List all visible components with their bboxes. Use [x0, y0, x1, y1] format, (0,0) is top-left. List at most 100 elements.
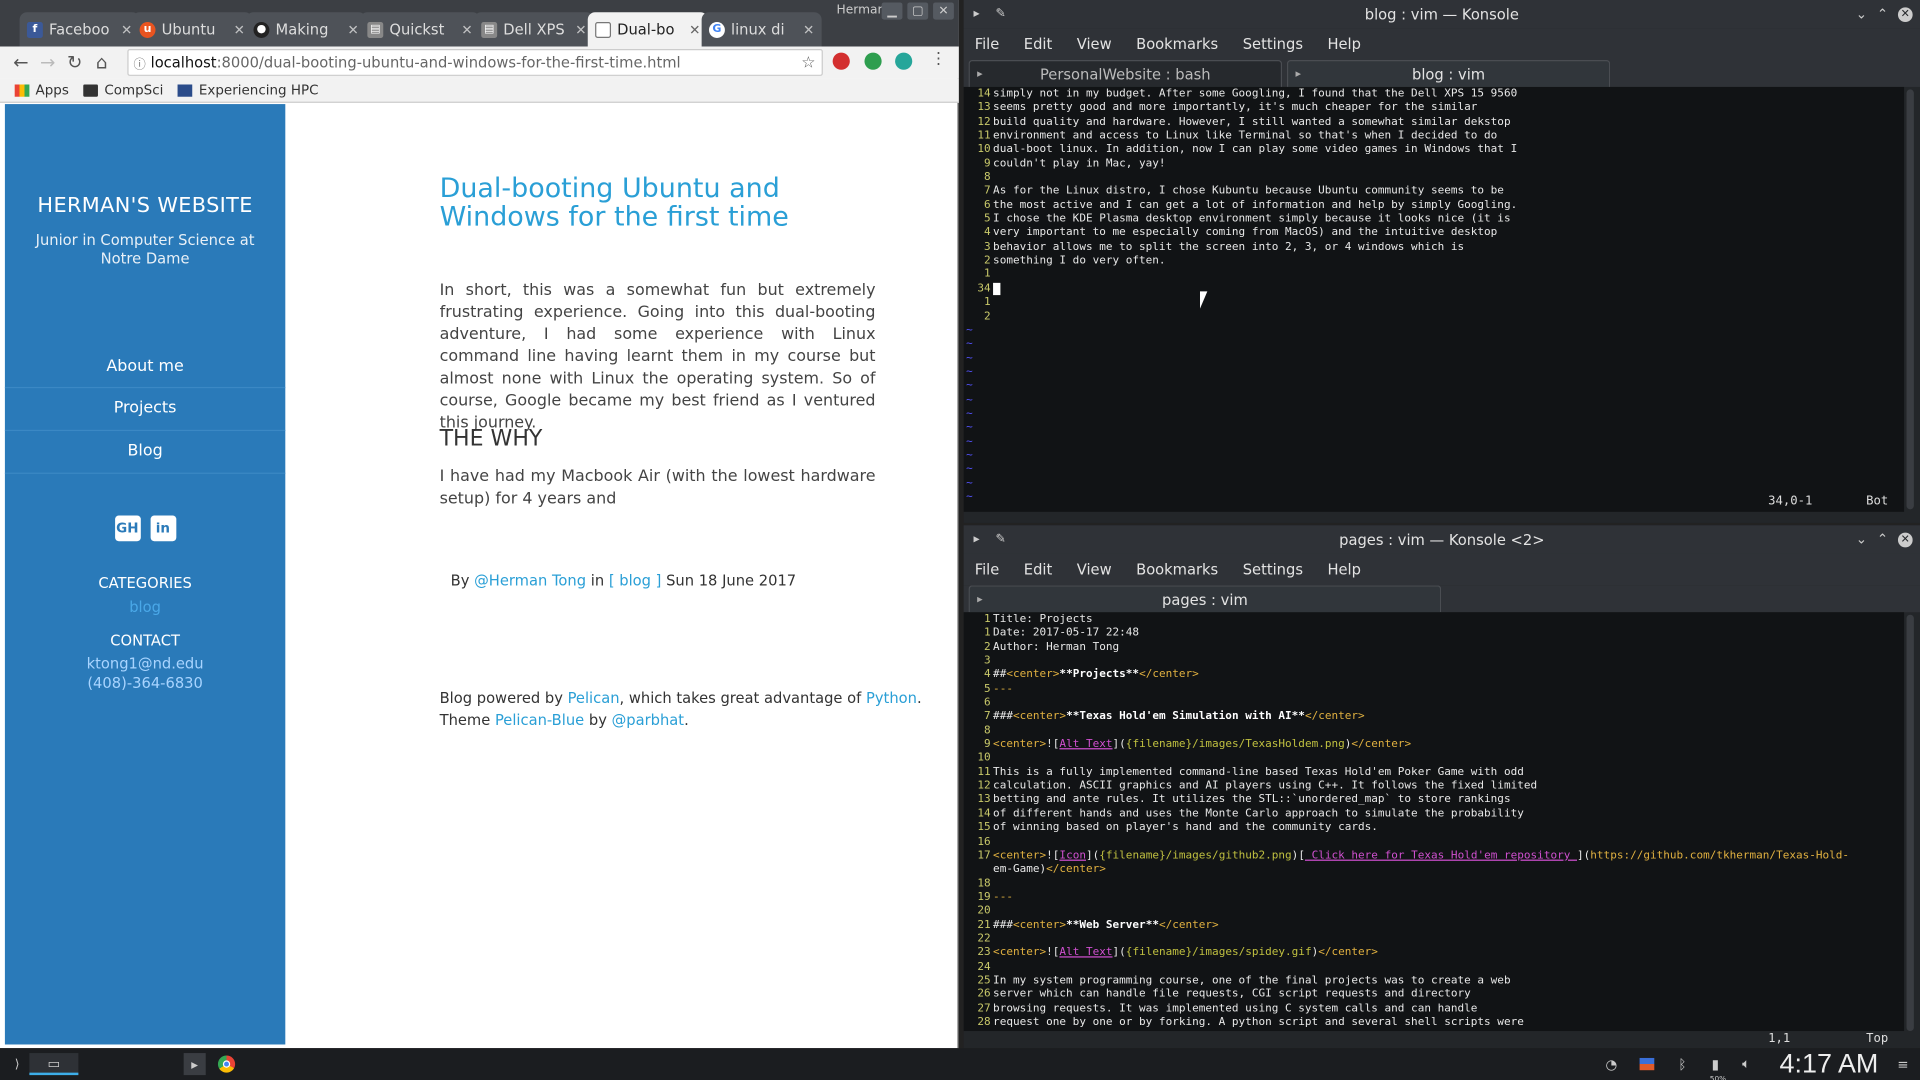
extension-icon[interactable]: [832, 52, 850, 70]
vim-buffer[interactable]: 14 simply not in my budget. After some Go…: [963, 86, 1905, 512]
minimize-icon[interactable]: ▁: [881, 2, 903, 20]
reload-icon[interactable]: ↻: [61, 51, 88, 73]
browser-tab-dualboot[interactable]: Dual-bo ✕: [587, 12, 708, 47]
bluetooth-icon[interactable]: ᛒ: [1673, 1053, 1693, 1075]
menu-settings[interactable]: Settings: [1243, 561, 1303, 578]
line-number: 3: [983, 240, 991, 254]
extension-icon[interactable]: [864, 52, 882, 70]
clock[interactable]: 4:17 AM: [1780, 1048, 1879, 1080]
browser-tab-ubuntu[interactable]: u Ubuntu ✕: [132, 12, 253, 47]
menu-icon[interactable]: ≡: [1893, 1053, 1913, 1075]
chevron-down-icon[interactable]: ⌄: [1856, 6, 1867, 22]
close-tab-icon[interactable]: ✕: [803, 21, 814, 37]
konsole-icon[interactable]: ▸: [973, 533, 979, 546]
line-text: em-Game)</center>: [993, 863, 1106, 876]
post-title[interactable]: Dual-booting Ubuntu and Windows for the …: [440, 175, 876, 231]
home-icon[interactable]: ⌂: [88, 51, 115, 73]
chevron-down-icon[interactable]: ⌄: [1856, 531, 1867, 547]
line-text: dual-boot linux. In addition, now I can …: [993, 143, 1518, 156]
browser-tab-facebook[interactable]: f Faceboo ✕: [19, 12, 140, 47]
vim-buffer[interactable]: 1 Title: Projects 1 Date: 2017-05-17 22:48 2…: [963, 612, 1905, 1032]
menu-file[interactable]: File: [975, 561, 1000, 578]
back-icon[interactable]: ←: [7, 51, 34, 73]
pager-icon[interactable]: ▭: [29, 1053, 79, 1076]
chrome-task-icon[interactable]: [216, 1053, 238, 1075]
tab-blog-vim[interactable]: ▸ blog : vim: [1286, 60, 1611, 87]
empty-line-marker: ~: [966, 449, 973, 462]
profile-name[interactable]: Herman: [837, 4, 886, 17]
pelican-link[interactable]: Pelican: [568, 689, 620, 706]
maximize-icon[interactable]: ▢: [907, 2, 929, 20]
line-number: 1: [983, 627, 991, 640]
pin-icon[interactable]: ✎: [996, 7, 1006, 20]
wifi-icon[interactable]: ◔: [1602, 1053, 1622, 1075]
empty-line-marker: ~: [966, 477, 973, 490]
close-tab-icon[interactable]: ✕: [347, 21, 358, 37]
bookmark-apps[interactable]: Apps: [14, 82, 69, 98]
python-link[interactable]: Python: [866, 689, 917, 706]
flag-icon[interactable]: [1637, 1053, 1657, 1075]
site-title[interactable]: HERMAN'S WEBSITE: [5, 193, 285, 217]
close-icon[interactable]: ✕: [1897, 6, 1913, 22]
line-number: 6: [983, 199, 991, 212]
close-tab-icon[interactable]: ✕: [461, 21, 472, 37]
address-bar[interactable]: ⓘ localhost:8000/dual-booting-ubuntu-and…: [127, 48, 823, 76]
bookmark-compsci[interactable]: CompSci: [83, 82, 163, 98]
line-number: 14: [977, 807, 991, 821]
menu-view[interactable]: View: [1077, 36, 1112, 53]
extension-icon[interactable]: [895, 52, 913, 70]
menu-bookmarks[interactable]: Bookmarks: [1136, 36, 1218, 53]
info-icon[interactable]: ⓘ: [133, 53, 145, 71]
line-number: 8: [983, 724, 991, 737]
tab-pages-vim[interactable]: ▸ pages : vim: [968, 585, 1442, 613]
category-link[interactable]: [ blog ]: [609, 572, 662, 589]
volume-icon[interactable]: 🔈︎: [1736, 1053, 1756, 1075]
email-link[interactable]: ktong1@nd.edu: [5, 655, 285, 672]
line-text: the most active and I can get a lot of i…: [993, 199, 1518, 212]
menu-settings[interactable]: Settings: [1243, 36, 1303, 53]
browser-tab-quickstart[interactable]: ▤ Quickst ✕: [360, 12, 481, 47]
konsole-icon[interactable]: ▸: [973, 7, 979, 20]
theme-link[interactable]: Pelican-Blue: [495, 711, 584, 728]
category-link[interactable]: blog: [5, 599, 285, 616]
line-number: 34: [977, 283, 991, 296]
close-tab-icon[interactable]: ✕: [689, 21, 700, 37]
linkedin-icon[interactable]: in: [150, 515, 176, 542]
menu-icon[interactable]: ⋮: [931, 50, 947, 68]
browser-tab-google[interactable]: G linux di ✕: [701, 12, 822, 47]
maximize-icon[interactable]: ⌃: [1877, 6, 1888, 22]
menu-help[interactable]: Help: [1327, 36, 1361, 53]
close-tab-icon[interactable]: ✕: [575, 21, 586, 37]
close-tab-icon[interactable]: ✕: [121, 21, 132, 37]
browser-tab-github[interactable]: ● Making ✕: [246, 12, 367, 47]
menu-edit[interactable]: Edit: [1024, 36, 1052, 53]
close-icon[interactable]: ✕: [1897, 532, 1913, 547]
theme-author-link[interactable]: @parbhat: [612, 711, 684, 728]
app-launcher-icon[interactable]: ⟩: [7, 1053, 27, 1075]
buffer-line: em-Game)</center>: [964, 863, 1904, 877]
scrollbar[interactable]: [1906, 89, 1914, 510]
menu-help[interactable]: Help: [1327, 561, 1361, 578]
bookmark-star-icon[interactable]: ☆: [801, 53, 815, 71]
menu-file[interactable]: File: [975, 36, 1000, 53]
browser-tab-dell[interactable]: ▤ Dell XPS ✕: [473, 12, 594, 47]
scrollbar[interactable]: [1906, 614, 1914, 1032]
tab-personalwebsite-bash[interactable]: ▸ PersonalWebsite : bash: [968, 60, 1283, 87]
close-tab-icon[interactable]: ✕: [234, 21, 245, 37]
maximize-icon[interactable]: ⌃: [1877, 531, 1888, 547]
nav-projects[interactable]: Projects: [4, 388, 286, 432]
github-icon[interactable]: GH: [114, 515, 141, 542]
buffer-line: 12 calculation. ASCII graphics and AI pla…: [964, 780, 1904, 794]
bookmark-hpc[interactable]: Experiencing HPC: [178, 82, 319, 98]
nav-about-me[interactable]: About me: [4, 345, 286, 389]
pin-icon[interactable]: ✎: [996, 533, 1006, 546]
nav-blog[interactable]: Blog: [4, 431, 286, 474]
phone-link[interactable]: (408)-364-6830: [5, 675, 285, 692]
menu-bookmarks[interactable]: Bookmarks: [1136, 561, 1218, 578]
konsole-task-icon[interactable]: ▸: [183, 1053, 206, 1076]
forward-icon[interactable]: →: [34, 51, 61, 73]
menu-edit[interactable]: Edit: [1024, 561, 1052, 578]
menu-view[interactable]: View: [1077, 561, 1112, 578]
author-link[interactable]: @Herman Tong: [474, 572, 586, 589]
close-icon[interactable]: ✕: [933, 2, 954, 20]
